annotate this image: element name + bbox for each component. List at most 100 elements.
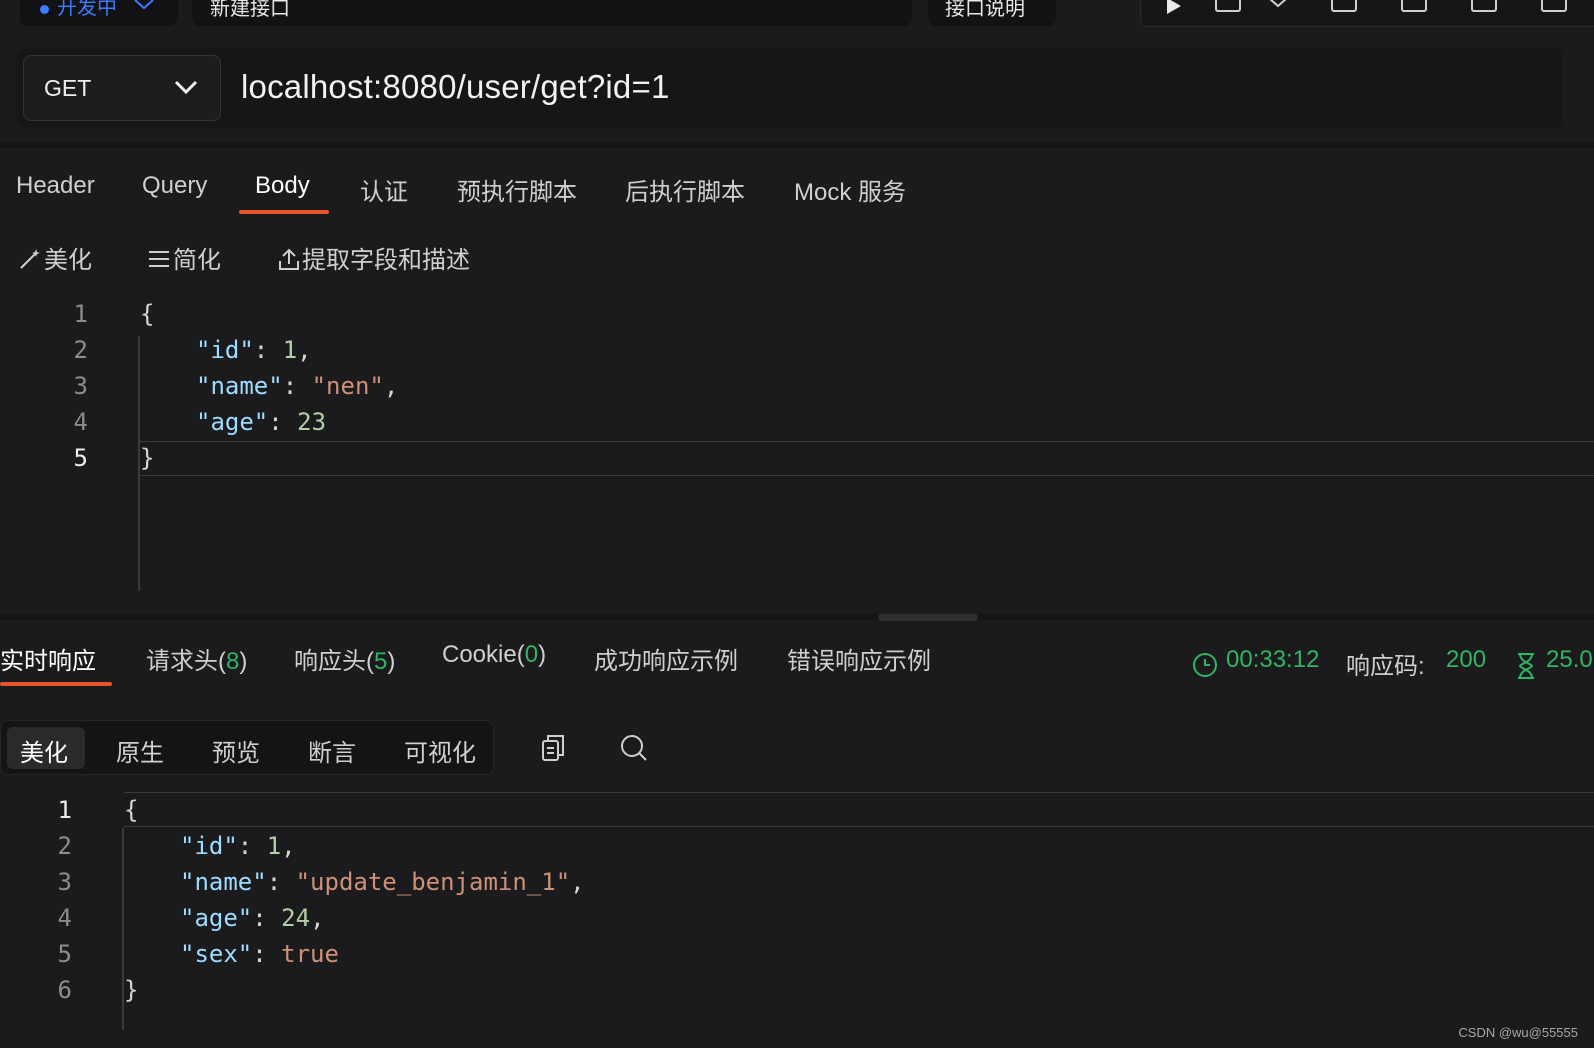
api-name-field[interactable]: 新建接口 xyxy=(192,0,912,26)
upload-icon xyxy=(279,248,299,270)
tab-success-example[interactable]: 成功响应示例 xyxy=(594,641,738,676)
code-line[interactable]: "age": 24, xyxy=(180,904,325,932)
tab-error-example[interactable]: 错误响应示例 xyxy=(787,641,931,676)
json-value: 1 xyxy=(266,832,282,860)
top-bar: 开发中 新建接口 接口说明 xyxy=(0,0,1594,40)
tab-label-close: ) xyxy=(239,648,248,675)
response-time: 00:33:12 xyxy=(1226,646,1320,673)
line-number: 1 xyxy=(73,300,88,328)
current-line-highlight xyxy=(124,792,1594,827)
json-key: "name" xyxy=(180,868,267,896)
extract-label: 提取字段和描述 xyxy=(302,247,470,274)
tab-response-headers[interactable]: 响应头(5) xyxy=(294,641,395,676)
tab-label: Cookie( xyxy=(442,641,525,668)
code-line[interactable]: "id": 1, xyxy=(180,832,296,860)
list-icon xyxy=(149,251,169,267)
code-brace[interactable]: } xyxy=(124,976,138,1004)
api-doc-button[interactable]: 接口说明 xyxy=(928,0,1056,26)
beautify-label: 美化 xyxy=(44,247,92,274)
code-brace[interactable]: } xyxy=(140,444,154,472)
chevron-down-icon[interactable] xyxy=(1269,0,1287,8)
simplify-button[interactable]: 简化 xyxy=(147,240,221,275)
json-key: "age" xyxy=(180,904,253,932)
json-value: "nen" xyxy=(311,372,384,400)
tab-cookie[interactable]: Cookie(0) xyxy=(442,641,546,669)
panel-divider xyxy=(0,614,1594,620)
code-line[interactable]: "name": "nen", xyxy=(196,372,398,400)
view-tab-visualize[interactable]: 可视化 xyxy=(404,733,476,768)
copy-icon[interactable] xyxy=(541,734,565,762)
run-icon[interactable] xyxy=(1165,0,1183,14)
status-dot-icon xyxy=(40,5,49,15)
simplify-label: 简化 xyxy=(173,247,221,274)
json-key: "id" xyxy=(180,832,238,860)
tab-realtime-response[interactable]: 实时响应 xyxy=(0,641,96,676)
api-name-text: 新建接口 xyxy=(210,0,290,20)
count-badge: 8 xyxy=(226,648,240,675)
line-number: 3 xyxy=(73,372,88,400)
search-icon[interactable] xyxy=(620,734,648,762)
tab-mock[interactable]: Mock 服务 xyxy=(794,172,906,207)
tab-header[interactable]: Header xyxy=(16,172,95,200)
code-line[interactable]: "name": "update_benjamin_1", xyxy=(180,868,585,896)
chevron-down-icon xyxy=(174,80,198,95)
extract-fields-button[interactable]: 提取字段和描述 xyxy=(276,240,470,275)
chevron-down-icon xyxy=(133,0,154,10)
tab-auth[interactable]: 认证 xyxy=(360,172,408,207)
method-select[interactable]: GET xyxy=(23,55,221,121)
share-icon[interactable] xyxy=(1541,0,1567,12)
status-dropdown[interactable]: 开发中 xyxy=(20,0,178,26)
line-number: 2 xyxy=(73,336,88,364)
line-number: 4 xyxy=(73,408,88,436)
status-code: 200 xyxy=(1446,646,1487,673)
watermark: CSDN @wu@55555 xyxy=(1458,1025,1578,1040)
json-value: 23 xyxy=(297,408,327,436)
tab-label-close: ) xyxy=(387,648,396,675)
save-icon[interactable] xyxy=(1215,0,1241,12)
tab-query[interactable]: Query xyxy=(142,172,207,200)
view-tab-beautify[interactable]: 美化 xyxy=(20,733,68,768)
clock-icon xyxy=(1193,653,1217,677)
json-key: "id" xyxy=(196,336,254,364)
json-value: "update_benjamin_1" xyxy=(295,868,571,896)
code-line[interactable]: "age": 23 xyxy=(196,408,326,436)
code-line[interactable]: "sex": true xyxy=(180,940,339,968)
line-number: 1 xyxy=(57,796,72,824)
active-tab-indicator xyxy=(0,682,112,686)
tab-pre-script[interactable]: 预执行脚本 xyxy=(457,172,577,207)
tab-label: 响应头( xyxy=(294,648,374,675)
layout-icon[interactable] xyxy=(1331,0,1357,12)
api-doc-label: 接口说明 xyxy=(945,0,1025,20)
json-value: 1 xyxy=(282,336,298,364)
tab-post-script[interactable]: 后执行脚本 xyxy=(625,172,745,207)
code-brace[interactable]: { xyxy=(124,796,138,824)
current-line-highlight xyxy=(140,441,1594,476)
divider xyxy=(0,142,1594,148)
magic-wand-icon xyxy=(20,249,40,269)
resize-handle[interactable] xyxy=(878,614,978,621)
view-tab-preview[interactable]: 预览 xyxy=(212,733,260,768)
code-line[interactable]: "id": 1, xyxy=(196,336,312,364)
url-input[interactable]: localhost:8080/user/get?id=1 xyxy=(241,68,670,106)
copy-icon[interactable] xyxy=(1401,0,1427,12)
json-key: "sex" xyxy=(180,940,253,968)
code-icon[interactable] xyxy=(1471,0,1497,12)
active-tab-indicator xyxy=(239,210,329,214)
line-number: 6 xyxy=(57,976,72,1004)
count-badge: 0 xyxy=(524,641,539,668)
view-tab-assert[interactable]: 断言 xyxy=(308,733,356,768)
line-number: 3 xyxy=(57,868,72,896)
tab-label: 请求头( xyxy=(146,648,226,675)
method-label: GET xyxy=(44,75,92,101)
tab-request-headers[interactable]: 请求头(8) xyxy=(146,641,247,676)
beautify-button[interactable]: 美化 xyxy=(18,240,92,275)
status-code-label: 响应码: xyxy=(1346,653,1425,680)
line-number: 4 xyxy=(57,904,72,932)
line-number: 5 xyxy=(57,940,72,968)
view-tab-raw[interactable]: 原生 xyxy=(116,733,164,768)
status-label: 开发中 xyxy=(57,0,117,19)
json-key: "age" xyxy=(196,408,269,436)
code-brace[interactable]: { xyxy=(140,300,154,328)
tab-body[interactable]: Body xyxy=(255,172,310,200)
hourglass-icon xyxy=(1518,653,1534,679)
